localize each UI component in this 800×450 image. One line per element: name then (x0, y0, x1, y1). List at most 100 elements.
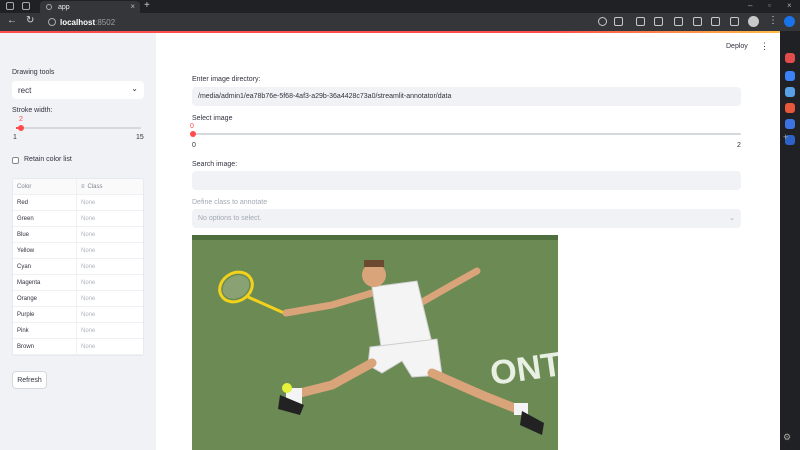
class-cell[interactable]: None (77, 291, 95, 306)
chevron-down-icon: ⌄ (131, 84, 138, 93)
select-image-label: Select image (192, 115, 233, 122)
split-view-icon[interactable] (674, 17, 683, 26)
class-cell[interactable]: None (77, 323, 95, 338)
color-cell: Purple (13, 307, 77, 322)
table-row[interactable]: Yellow None (13, 243, 143, 259)
browser-toolbar: ← ↻ localhost :8502 ⋮ (0, 13, 800, 31)
maximize-button[interactable]: ▫ (768, 1, 771, 10)
new-tab-button[interactable]: + (144, 0, 150, 11)
tab-close-icon[interactable]: × (130, 2, 135, 11)
class-cell[interactable]: None (77, 195, 95, 210)
settings-gear-icon[interactable]: ⚙ (783, 432, 791, 443)
search-image-input[interactable] (192, 171, 741, 190)
sidebar: Drawing tools rect ⌄ Stroke width: 2 1 1… (0, 33, 156, 450)
collections-icon[interactable] (711, 17, 720, 26)
select-image-max: 2 (737, 142, 741, 149)
stroke-width-thumb[interactable] (18, 125, 24, 131)
color-cell: Red (13, 195, 77, 210)
class-cell[interactable]: None (77, 275, 95, 290)
url-port: :8502 (95, 17, 116, 27)
stroke-width-max: 15 (136, 134, 144, 141)
address-bar[interactable]: localhost :8502 (46, 15, 626, 29)
column-header-color[interactable]: Color (13, 179, 77, 194)
class-cell[interactable]: None (77, 211, 95, 226)
favorites-icon[interactable] (693, 17, 702, 26)
add-icon[interactable]: + (783, 132, 788, 142)
reload-button[interactable]: ↻ (26, 15, 34, 26)
stroke-width-min: 1 (13, 134, 17, 141)
color-cell: Magenta (13, 275, 77, 290)
select-image-thumb[interactable] (190, 131, 196, 137)
class-cell[interactable]: None (77, 243, 95, 258)
deploy-button[interactable]: Deploy (726, 43, 748, 50)
column-header-class-label: Class (87, 183, 103, 190)
table-header: Color ≡ Class (13, 179, 143, 195)
games-icon[interactable] (785, 103, 795, 113)
class-cell[interactable]: None (77, 227, 95, 242)
extensions-icon[interactable] (654, 17, 663, 26)
table-row[interactable]: Orange None (13, 291, 143, 307)
color-cell: Green (13, 211, 77, 226)
drawing-tools-value: rect (18, 85, 32, 95)
tennis-player-illustration: ONT (192, 235, 558, 450)
table-row[interactable]: Magenta None (13, 275, 143, 291)
url-host: localhost (60, 17, 96, 27)
stroke-width-label: Stroke width: (12, 107, 53, 114)
color-cell: Yellow (13, 243, 77, 258)
outlook-icon[interactable] (785, 119, 795, 129)
drawing-tools-label: Drawing tools (12, 69, 55, 76)
table-row[interactable]: Purple None (13, 307, 143, 323)
text-column-icon: ≡ (81, 183, 85, 190)
color-class-table[interactable]: Color ≡ Class Red None Green None Blue None Ye… (12, 178, 144, 356)
tools-icon[interactable] (785, 87, 795, 97)
tab-actions-icon[interactable] (22, 2, 30, 10)
profile-icon[interactable] (6, 2, 14, 10)
image-directory-input[interactable]: /media/admin1/ea78b76e-5f68-4af3-a29b-36… (192, 87, 741, 106)
table-row[interactable]: Cyan None (13, 259, 143, 275)
globe-icon (46, 4, 52, 10)
select-image-value: 0 (190, 123, 194, 130)
shield-icon[interactable] (636, 17, 645, 26)
close-window-button[interactable]: × (787, 1, 792, 10)
table-row[interactable]: Blue None (13, 227, 143, 243)
site-info-icon[interactable] (48, 18, 56, 26)
table-row[interactable]: Green None (13, 211, 143, 227)
edge-sidebar: + (780, 31, 800, 450)
table-row[interactable]: Red None (13, 195, 143, 211)
performance-icon[interactable] (730, 17, 739, 26)
browser-menu-icon[interactable]: ⋮ (768, 15, 778, 26)
shopping-icon[interactable] (785, 53, 795, 63)
tab-title: app (58, 3, 70, 11)
table-row[interactable]: Pink None (13, 323, 143, 339)
zoom-icon[interactable] (598, 17, 607, 26)
tab-strip: app × + – ▫ × (0, 0, 800, 13)
drawing-tools-select[interactable]: rect ⌄ (12, 81, 144, 99)
column-header-class[interactable]: ≡ Class (77, 179, 103, 194)
color-cell: Cyan (13, 259, 77, 274)
bookmark-star-icon[interactable] (614, 17, 623, 26)
search-icon[interactable] (785, 71, 795, 81)
browser-tab[interactable]: app × (40, 1, 140, 13)
retain-color-checkbox[interactable] (12, 157, 19, 164)
image-directory-label: Enter image directory: (192, 76, 261, 83)
avatar[interactable] (748, 16, 759, 27)
minimize-button[interactable]: – (748, 1, 752, 10)
class-cell[interactable]: None (77, 259, 95, 274)
refresh-button[interactable]: Refresh (12, 371, 47, 389)
copilot-icon[interactable] (784, 16, 795, 27)
streamlit-app: Drawing tools rect ⌄ Stroke width: 2 1 1… (0, 31, 780, 450)
table-row[interactable]: Brown None (13, 339, 143, 355)
search-image-label: Search image: (192, 161, 238, 168)
select-image-track[interactable] (193, 133, 741, 135)
main-menu-icon[interactable]: ⋮ (760, 41, 769, 52)
browser-window: app × + – ▫ × ← ↻ localhost :8502 ⋮ + ⚙ … (0, 0, 800, 450)
define-class-placeholder: No options to select. (198, 215, 262, 222)
class-cell[interactable]: None (77, 307, 95, 322)
stroke-width-track[interactable] (16, 127, 141, 129)
class-cell[interactable]: None (77, 339, 95, 354)
define-class-select[interactable]: No options to select. ⌄ (192, 209, 741, 228)
color-cell: Brown (13, 339, 77, 354)
back-button[interactable]: ← (7, 15, 17, 26)
annotation-image[interactable]: ONT (192, 235, 558, 450)
color-cell: Orange (13, 291, 77, 306)
